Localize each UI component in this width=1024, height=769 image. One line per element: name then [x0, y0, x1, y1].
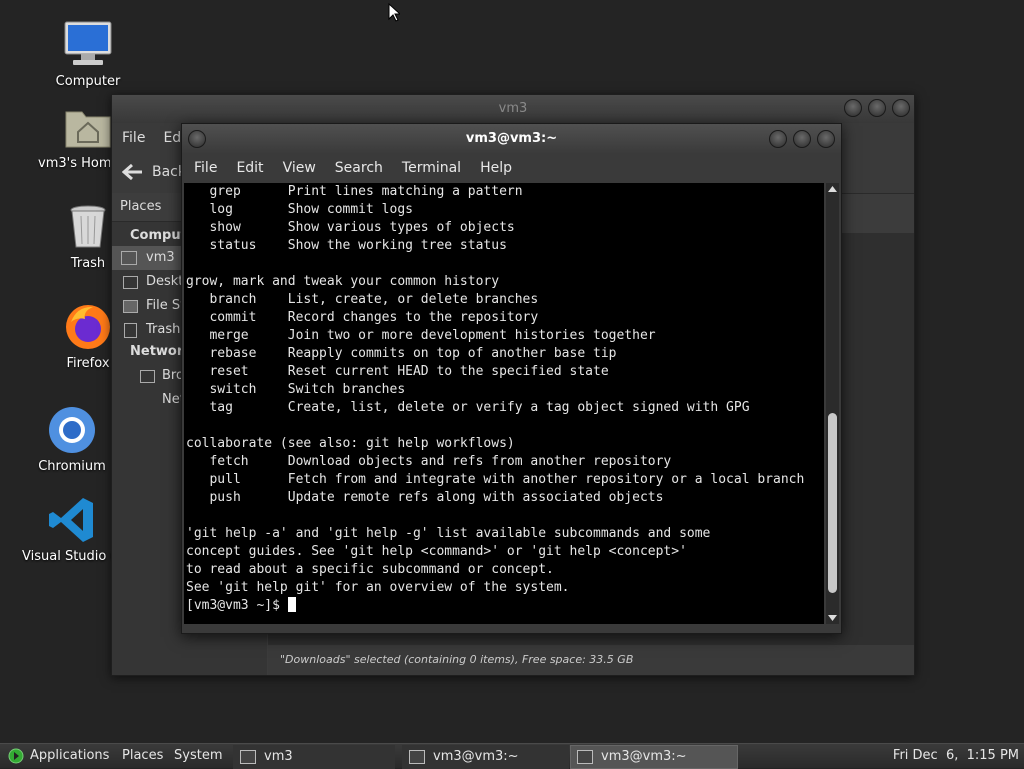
window-title: vm3 [498, 101, 528, 116]
desktop-icon-computer[interactable]: Computer [38, 20, 138, 89]
terminal-line: grep Print lines matching a pattern [186, 184, 523, 199]
menu-view[interactable]: View [283, 154, 316, 183]
computer-icon [63, 20, 113, 70]
trash-icon [63, 202, 113, 252]
terminal-line: merge Join two or more development histo… [186, 328, 656, 343]
terminal-line: switch Switch branches [186, 382, 406, 397]
drive-icon [123, 300, 138, 313]
home-folder-icon [63, 102, 113, 152]
back-button[interactable]: Back [122, 163, 186, 181]
places-menu[interactable]: Places [122, 744, 163, 768]
menu-terminal[interactable]: Terminal [402, 154, 461, 183]
terminal-line: branch List, create, or delete branches [186, 292, 539, 307]
network-icon [140, 370, 155, 383]
terminal-line: See 'git help git' for an overview of th… [186, 580, 570, 595]
trash-small-icon [124, 323, 137, 338]
system-menu[interactable]: System [174, 744, 222, 768]
bottom-panel: Applications Places System vm3 vm3@vm3:~… [0, 743, 1024, 769]
home-icon [121, 251, 137, 265]
menu-file[interactable]: File [194, 154, 217, 183]
terminal-line: show Show various types of objects [186, 220, 515, 235]
menu-edit[interactable]: Edit [236, 154, 263, 183]
terminal-line: concept guides. See 'git help <command>'… [186, 544, 687, 559]
chromium-icon [47, 405, 97, 455]
scrollbar-thumb[interactable] [828, 413, 837, 593]
back-arrow-icon [122, 163, 142, 181]
terminal-line: commit Record changes to the repository [186, 310, 539, 325]
minimize-button[interactable] [769, 130, 787, 148]
terminal-icon [577, 750, 593, 764]
scroll-up-arrow-icon [828, 186, 837, 192]
terminal-line: rebase Reapply commits on top of another… [186, 346, 617, 361]
terminal-scrollbar[interactable] [826, 183, 839, 624]
firefox-icon [63, 302, 113, 352]
home-folder-icon [240, 750, 256, 764]
scroll-down-arrow-icon [828, 615, 837, 621]
maximize-button[interactable] [793, 130, 811, 148]
terminal-output[interactable]: grep Print lines matching a pattern log … [184, 183, 824, 624]
vscode-icon [47, 495, 97, 545]
mouse-pointer-icon [388, 3, 400, 22]
status-bar: "Downloads" selected (containing 0 items… [268, 645, 914, 675]
terminal-line: grow, mark and tweak your common history [186, 274, 500, 289]
desktop-icon-label: Chromium [38, 459, 106, 474]
terminal-window: vm3@vm3:~ File Edit View Search Terminal… [181, 123, 842, 634]
terminal-line: 'git help -a' and 'git help -g' list ava… [186, 526, 711, 541]
shell-prompt: [vm3@vm3 ~]$ [186, 598, 288, 613]
desktop-icon-label: vm3's Home [38, 156, 110, 171]
window-title: vm3@vm3:~ [465, 131, 558, 146]
taskbar-button-terminal-active[interactable]: vm3@vm3:~ [570, 745, 738, 769]
terminal-line: fetch Download objects and refs from ano… [186, 454, 672, 469]
file-manager-titlebar[interactable]: vm3 [112, 95, 914, 123]
menu-logo-icon [8, 748, 24, 764]
folder-icon [123, 276, 138, 289]
terminal-prompt-line[interactable]: [vm3@vm3 ~]$ [184, 597, 824, 615]
close-button[interactable] [892, 99, 910, 117]
desktop-icon-label: Computer [55, 74, 121, 89]
desktop-icon-vscode[interactable]: Visual Studio Code [22, 495, 122, 564]
desktop-icon-chromium[interactable]: Chromium [22, 405, 122, 474]
maximize-button[interactable] [868, 99, 886, 117]
taskbar-button-file-manager[interactable]: vm3 [233, 745, 395, 769]
menubar: File Edit View Search Terminal Help [182, 154, 841, 183]
text-cursor [287, 597, 296, 612]
menu-file[interactable]: File [122, 123, 145, 153]
window-menu-button[interactable] [188, 130, 206, 148]
minimize-button[interactable] [844, 99, 862, 117]
taskbar-button-terminal[interactable]: vm3@vm3:~ [402, 745, 569, 769]
terminal-line: pull Fetch from and integrate with anoth… [186, 472, 805, 487]
close-button[interactable] [817, 130, 835, 148]
terminal-line: push Update remote refs along with assoc… [186, 490, 664, 505]
applications-menu[interactable]: Applications [8, 744, 109, 768]
terminal-titlebar[interactable]: vm3@vm3:~ [182, 124, 841, 154]
terminal-line: collaborate (see also: git help workflow… [186, 436, 515, 451]
clock[interactable]: Fri Dec 6, 1:15 PM [893, 744, 1019, 768]
terminal-line: to read about a specific subcommand or c… [186, 562, 554, 577]
desktop-icon-label: Visual Studio Code [22, 549, 114, 564]
terminal-line: tag Create, list, delete or verify a tag… [186, 400, 750, 415]
terminal-line: log Show commit logs [186, 202, 413, 217]
menu-search[interactable]: Search [335, 154, 383, 183]
terminal-line: reset Reset current HEAD to the specifie… [186, 364, 609, 379]
terminal-line: status Show the working tree status [186, 238, 507, 253]
menu-help[interactable]: Help [480, 154, 512, 183]
terminal-icon [409, 750, 425, 764]
